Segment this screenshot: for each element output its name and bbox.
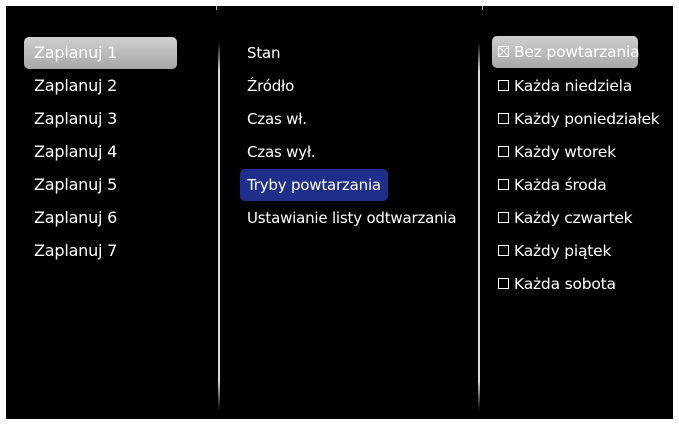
schedule-item-1[interactable]: Zaplanuj 1: [24, 37, 177, 69]
menu-item-on-time[interactable]: Czas wł.: [240, 103, 314, 135]
repeat-option-label: Każda niedziela: [514, 77, 633, 95]
repeat-option-label: Każdy piątek: [514, 242, 612, 260]
repeat-option-label: Każda środa: [514, 176, 607, 194]
checkbox-icon: [498, 211, 509, 223]
top-tick-mark: [482, 6, 483, 10]
menu-item-status[interactable]: Stan: [240, 37, 287, 69]
repeat-mode-options: Bez powtarzania Każda niedziela Każdy po…: [486, 6, 673, 419]
checkbox-icon: [498, 178, 509, 190]
repeat-option-label: Każdy wtorek: [514, 143, 616, 161]
schedule-list: Zaplanuj 1 Zaplanuj 2 Zaplanuj 3 Zaplanu…: [6, 6, 211, 419]
repeat-option-sunday[interactable]: Każda niedziela: [492, 70, 638, 102]
schedule-item-7[interactable]: Zaplanuj 7: [24, 235, 177, 267]
menu-item-repeat-modes[interactable]: Tryby powtarzania: [240, 169, 388, 201]
repeat-option-none[interactable]: Bez powtarzania: [492, 36, 640, 68]
menu-item-off-time[interactable]: Czas wył.: [240, 136, 323, 168]
checkbox-icon: [498, 112, 509, 124]
checkbox-checked-icon: [498, 45, 509, 57]
repeat-option-wednesday[interactable]: Każda środa: [492, 169, 638, 201]
menu-item-playlist-setup[interactable]: Ustawianie listy odtwarzania: [240, 202, 463, 234]
repeat-option-label: Bez powtarzania: [514, 43, 640, 61]
schedule-item-3[interactable]: Zaplanuj 3: [24, 103, 177, 135]
top-tick-mark: [216, 6, 217, 10]
checkbox-icon: [498, 79, 509, 91]
schedule-item-6[interactable]: Zaplanuj 6: [24, 202, 177, 234]
checkbox-icon: [498, 277, 509, 289]
schedule-item-2[interactable]: Zaplanuj 2: [24, 70, 177, 102]
menu-item-source[interactable]: Źródło: [240, 70, 301, 102]
checkbox-icon: [498, 145, 509, 157]
schedule-osd-menu: Zaplanuj 1 Zaplanuj 2 Zaplanuj 3 Zaplanu…: [6, 6, 673, 419]
checkbox-icon: [498, 244, 509, 256]
schedule-settings-menu: Stan Źródło Czas wł. Czas wył. Tryby pow…: [221, 6, 478, 419]
repeat-option-label: Każdy poniedziałek: [514, 110, 660, 128]
schedule-item-5[interactable]: Zaplanuj 5: [24, 169, 177, 201]
repeat-option-thursday[interactable]: Każdy czwartek: [492, 202, 638, 234]
repeat-option-label: Każda sobota: [514, 275, 616, 293]
repeat-option-tuesday[interactable]: Każdy wtorek: [492, 136, 638, 168]
repeat-option-saturday[interactable]: Każda sobota: [492, 268, 638, 300]
repeat-option-label: Każdy czwartek: [514, 209, 633, 227]
column-divider: [218, 42, 220, 410]
repeat-option-friday[interactable]: Każdy piątek: [492, 235, 638, 267]
schedule-item-4[interactable]: Zaplanuj 4: [24, 136, 177, 168]
repeat-option-monday[interactable]: Każdy poniedziałek: [492, 103, 660, 135]
column-divider: [478, 42, 480, 410]
